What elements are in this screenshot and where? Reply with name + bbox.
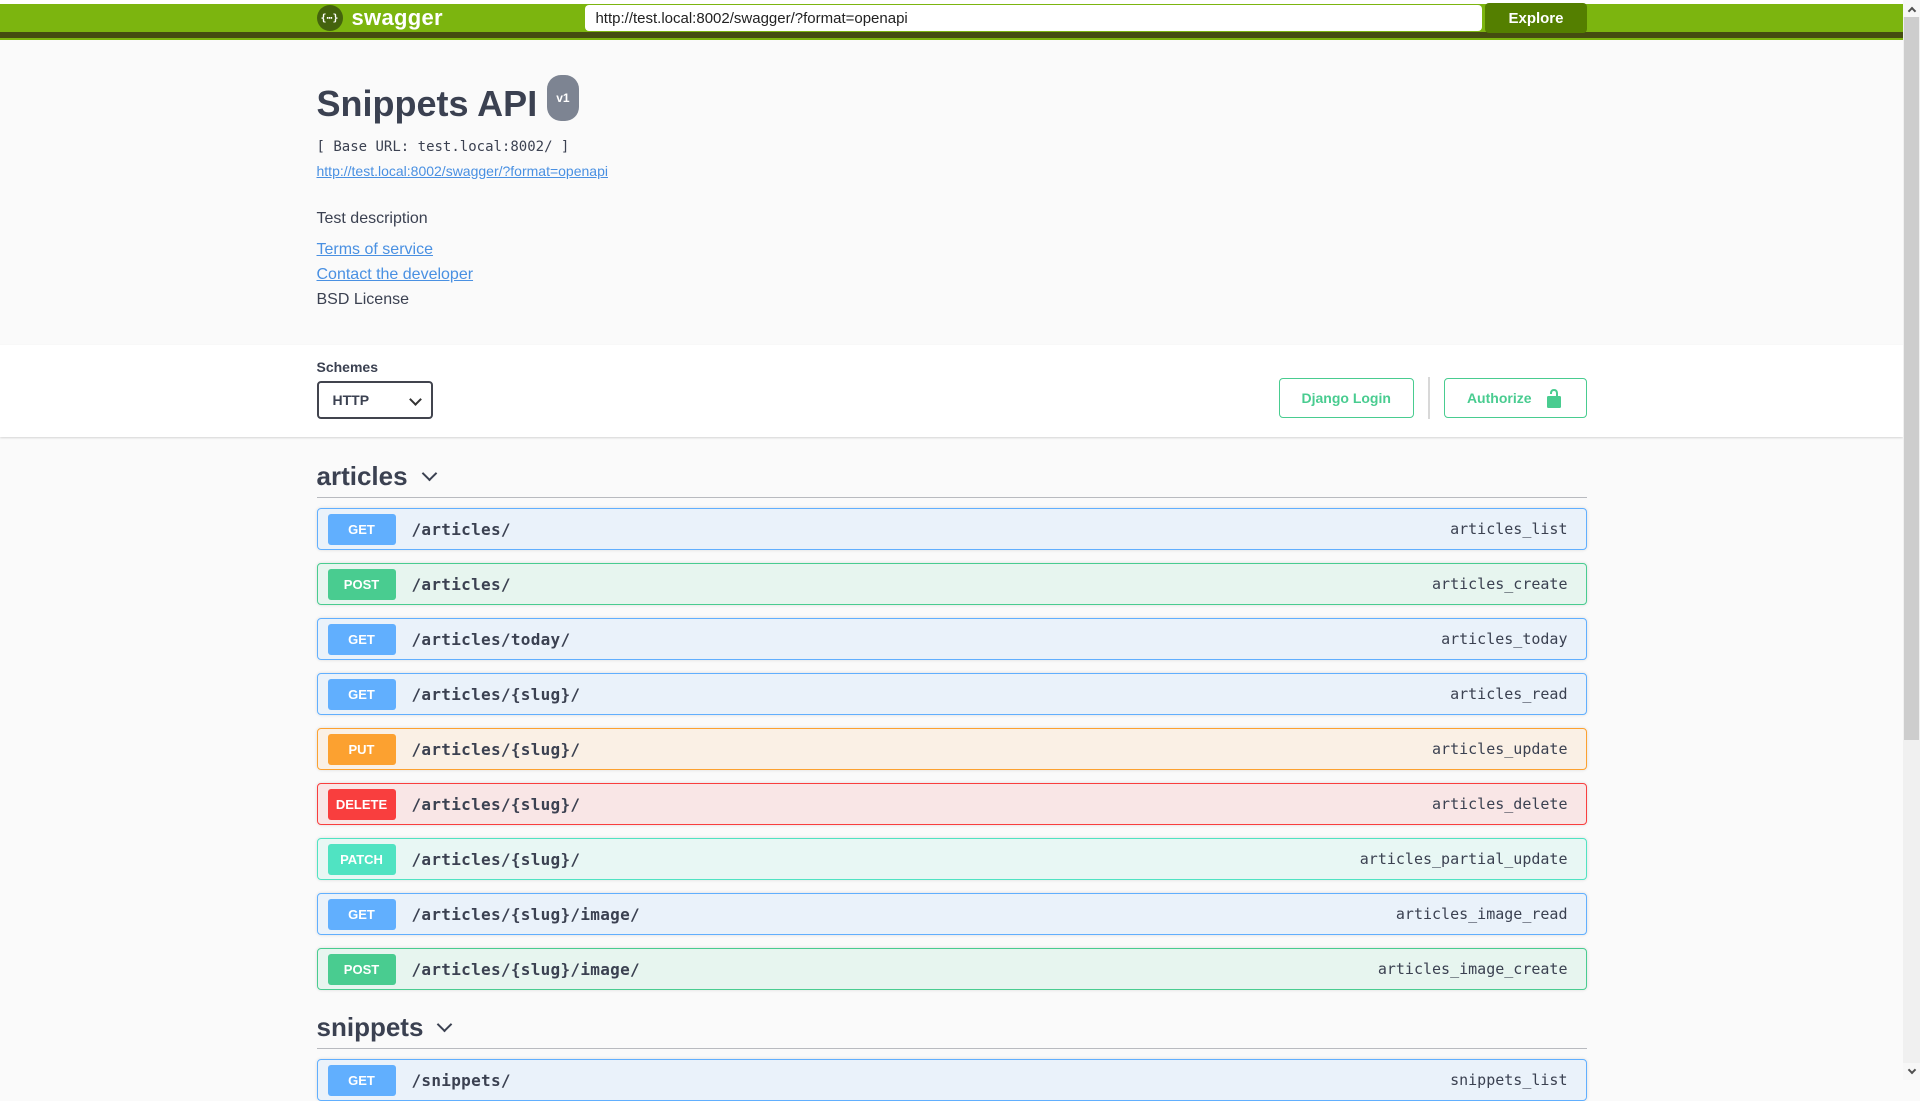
operation-id: articles_image_create bbox=[1377, 960, 1568, 978]
operation-path: /articles/today/ bbox=[411, 629, 571, 649]
scrollbar-thumb[interactable] bbox=[1904, 17, 1919, 740]
section-title: snippets bbox=[316, 1012, 424, 1042]
authorize-button[interactable]: Authorize bbox=[1443, 378, 1587, 418]
operation-list: GET /articles/ articles_list POST /artic… bbox=[316, 508, 1587, 990]
authorize-button-label: Authorize bbox=[1466, 390, 1532, 406]
operation-row[interactable]: GET /articles/{slug}/ articles_read bbox=[316, 673, 1587, 715]
operation-row[interactable]: GET /articles/ articles_list bbox=[316, 508, 1587, 550]
version-badge: v1 bbox=[547, 75, 579, 121]
operation-id: articles_list bbox=[1450, 520, 1568, 538]
scrollbar[interactable] bbox=[1903, 0, 1920, 1080]
operation-id: articles_create bbox=[1432, 575, 1568, 593]
contact-developer-link[interactable]: Contact the developer bbox=[317, 265, 474, 284]
operation-id: articles_delete bbox=[1432, 795, 1568, 813]
explore-button[interactable]: Explore bbox=[1485, 3, 1587, 33]
operation-id: articles_partial_update bbox=[1359, 850, 1568, 868]
operation-path: /articles/{slug}/ bbox=[411, 849, 581, 869]
spec-url-input[interactable] bbox=[585, 5, 1483, 31]
operation-path: /articles/{slug}/ bbox=[411, 739, 581, 759]
operation-row[interactable]: DELETE /articles/{slug}/ articles_delete bbox=[316, 783, 1587, 825]
method-badge: DELETE bbox=[327, 788, 396, 820]
operation-row[interactable]: GET /articles/{slug}/image/ articles_ima… bbox=[316, 893, 1587, 935]
operation-id: articles_image_read bbox=[1395, 905, 1568, 923]
swagger-logo: {⋯} swagger bbox=[316, 5, 443, 31]
method-badge: GET bbox=[327, 623, 396, 655]
swagger-page: {⋯} swagger Explore Snippets APIv1 [ Bas… bbox=[0, 0, 1903, 1101]
operation-id: articles_today bbox=[1441, 630, 1568, 648]
operation-row[interactable]: GET /articles/today/ articles_today bbox=[316, 618, 1587, 660]
method-badge: PUT bbox=[327, 733, 396, 765]
operations-area: articles GET /articles/ articles_list PO… bbox=[0, 437, 1903, 1101]
operation-list: GET /snippets/ snippets_list bbox=[316, 1059, 1587, 1101]
scrollbar-down-button[interactable] bbox=[1903, 1063, 1920, 1080]
schemes-label: Schemes bbox=[316, 359, 378, 375]
operation-id: snippets_list bbox=[1450, 1071, 1568, 1089]
unlock-icon bbox=[1546, 389, 1561, 408]
method-badge: POST bbox=[327, 568, 396, 600]
method-badge: GET bbox=[327, 678, 396, 710]
swagger-logo-icon: {⋯} bbox=[316, 5, 343, 31]
section-title: articles bbox=[316, 461, 408, 491]
scrollbar-up-icon bbox=[1907, 6, 1916, 15]
section-header[interactable]: snippets bbox=[317, 1012, 1587, 1042]
chevron-down-icon bbox=[437, 1016, 453, 1032]
operation-row[interactable]: GET /snippets/ snippets_list bbox=[316, 1059, 1587, 1101]
operation-id: articles_read bbox=[1450, 685, 1568, 703]
license-text: BSD License bbox=[316, 291, 410, 308]
operation-row[interactable]: PUT /articles/{slug}/ articles_update bbox=[316, 728, 1587, 770]
scrollbar-up-button[interactable] bbox=[1903, 0, 1920, 17]
section-divider bbox=[316, 497, 1587, 498]
spec-url-form: Explore bbox=[585, 3, 1587, 33]
topbar: {⋯} swagger Explore bbox=[0, 3, 1903, 38]
scrollbar-down-icon bbox=[1907, 1065, 1916, 1074]
operation-path: /articles/ bbox=[411, 519, 511, 539]
api-description: Test description bbox=[316, 210, 428, 227]
django-login-button[interactable]: Django Login bbox=[1278, 378, 1414, 418]
scheme-section: Schemes HTTP Django Login Authorize bbox=[0, 345, 1903, 437]
operation-row[interactable]: PATCH /articles/{slug}/ articles_partial… bbox=[316, 838, 1587, 880]
section-header[interactable]: articles bbox=[317, 461, 1587, 491]
base-url: [ Base URL: test.local:8002/ ] bbox=[316, 139, 570, 155]
spec-link[interactable]: http://test.local:8002/swagger/?format=o… bbox=[317, 163, 608, 179]
operation-path: /articles/{slug}/image/ bbox=[411, 904, 640, 924]
method-badge: POST bbox=[327, 953, 396, 985]
operation-path: /articles/{slug}/ bbox=[411, 794, 581, 814]
operation-row[interactable]: POST /articles/ articles_create bbox=[316, 563, 1587, 605]
operation-path: /articles/{slug}/ bbox=[411, 684, 581, 704]
operations-sections: articles GET /articles/ articles_list PO… bbox=[316, 461, 1587, 1101]
operation-path: /snippets/ bbox=[411, 1070, 511, 1090]
button-divider bbox=[1427, 377, 1430, 419]
operation-path: /articles/ bbox=[411, 574, 511, 594]
method-badge: GET bbox=[327, 513, 396, 545]
terms-of-service-link[interactable]: Terms of service bbox=[317, 240, 433, 259]
method-badge: PATCH bbox=[327, 843, 396, 875]
operation-row[interactable]: POST /articles/{slug}/image/ articles_im… bbox=[316, 948, 1587, 990]
section-divider bbox=[316, 1048, 1587, 1049]
api-tag-section: articles GET /articles/ articles_list PO… bbox=[316, 461, 1587, 990]
method-badge: GET bbox=[327, 898, 396, 930]
page-title: Snippets API v1 bbox=[317, 75, 1587, 135]
operation-path: /articles/{slug}/image/ bbox=[411, 959, 640, 979]
method-badge: GET bbox=[327, 1064, 396, 1096]
operation-id: articles_update bbox=[1432, 740, 1568, 758]
chevron-down-icon bbox=[421, 465, 437, 481]
swagger-logo-text: swagger bbox=[351, 5, 443, 30]
info-section: Snippets API v1 [ Base URL: test.local:80… bbox=[0, 40, 1903, 345]
api-tag-section: snippets GET /snippets/ snippets_list bbox=[316, 1012, 1587, 1101]
